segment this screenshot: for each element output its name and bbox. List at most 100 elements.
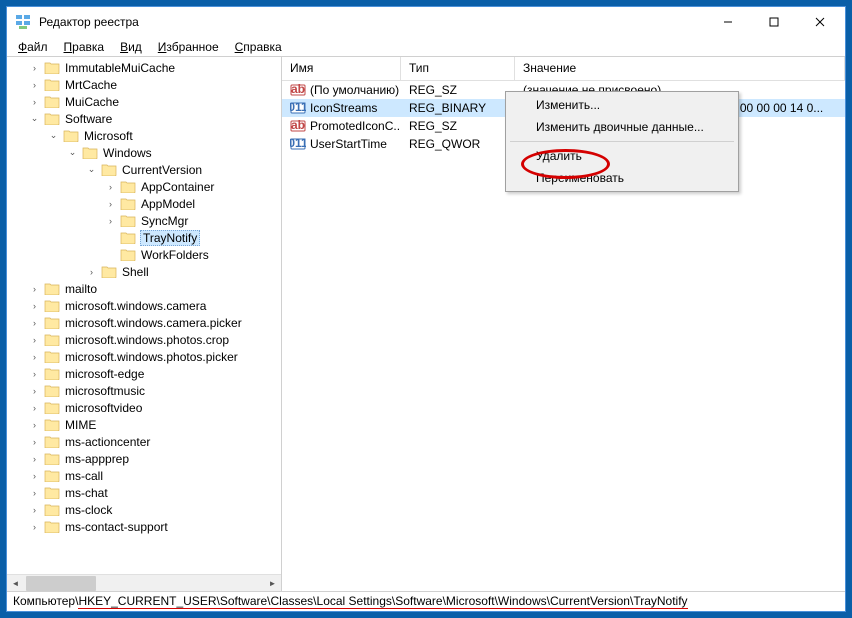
chevron-right-icon[interactable]: ›	[29, 453, 40, 464]
tree-node-label: ImmutableMuiCache	[64, 61, 176, 75]
chevron-right-icon[interactable]: ›	[29, 368, 40, 379]
chevron-right-icon[interactable]: ›	[105, 198, 116, 209]
tree-node[interactable]: ⌄Software	[11, 110, 281, 127]
tree-node[interactable]: ›microsoftmusic	[11, 382, 281, 399]
menu-edit[interactable]: Правка	[57, 38, 112, 56]
chevron-right-icon[interactable]: ›	[29, 402, 40, 413]
tree-node-label: AppContainer	[140, 180, 215, 194]
tree-node[interactable]: TrayNotify	[11, 229, 281, 246]
tree-node[interactable]: › microsoft-edge	[11, 365, 281, 382]
ctx-edit[interactable]: Изменить...	[508, 94, 736, 116]
minimize-button[interactable]	[705, 7, 751, 37]
tree-node[interactable]: › microsoftvideo	[11, 399, 281, 416]
tree-node-label: WorkFolders	[140, 248, 210, 262]
tree-node-label: microsoft.windows.photos.crop	[64, 333, 230, 347]
ctx-delete[interactable]: Удалить	[508, 145, 736, 167]
tree-node[interactable]: › mailto	[11, 280, 281, 297]
chevron-right-icon[interactable]: ›	[29, 283, 40, 294]
tree-node[interactable]: › microsoft.windows.camera.picker	[11, 314, 281, 331]
chevron-down-icon[interactable]: ⌄	[29, 113, 40, 124]
context-menu: Изменить... Изменить двоичные данные... …	[505, 91, 739, 192]
chevron-right-icon[interactable]: ›	[29, 96, 40, 107]
col-value[interactable]: Значение	[515, 57, 845, 80]
svg-text:ab: ab	[291, 118, 305, 132]
chevron-right-icon[interactable]: ›	[105, 181, 116, 192]
chevron-right-icon[interactable]: ›	[29, 487, 40, 498]
maximize-button[interactable]	[751, 7, 797, 37]
value-type: REG_QWOR	[401, 137, 515, 151]
chevron-right-icon[interactable]: ›	[29, 62, 40, 73]
chevron-down-icon[interactable]: ⌄	[67, 147, 78, 158]
chevron-right-icon[interactable]: ›	[105, 215, 116, 226]
chevron-right-icon[interactable]: ›	[29, 504, 40, 515]
chevron-right-icon[interactable]: ›	[29, 470, 40, 481]
tree-node[interactable]: › microsoft.windows.camera	[11, 297, 281, 314]
tree-node-label: ms-contact-support	[64, 520, 169, 534]
chevron-right-icon[interactable]: ›	[86, 266, 97, 277]
tree-hscrollbar[interactable]: ◄►	[7, 574, 281, 591]
tree-node-label: CurrentVersion	[121, 163, 203, 177]
tree-node[interactable]: › Shell	[11, 263, 281, 280]
tree-node[interactable]: ⌄Microsoft	[11, 127, 281, 144]
chevron-down-icon[interactable]: ⌄	[86, 164, 97, 175]
tree-node[interactable]: ›MuiCache	[11, 93, 281, 110]
tree-node-label: ms-appprep	[64, 452, 130, 466]
tree-node[interactable]: › ms-appprep	[11, 450, 281, 467]
titlebar[interactable]: Редактор реестра	[7, 7, 845, 37]
tree-node-label: microsoftvideo	[64, 401, 143, 415]
chevron-down-icon[interactable]: ⌄	[48, 130, 59, 141]
menubar: Файл Правка Вид Избранное Справка	[7, 37, 845, 57]
tree-node[interactable]: ⌄Windows	[11, 144, 281, 161]
tree-node[interactable]: ›SyncMgr	[11, 212, 281, 229]
tree-node[interactable]: ⌄ CurrentVersion	[11, 161, 281, 178]
tree-node[interactable]: › ms-clock	[11, 501, 281, 518]
chevron-right-icon[interactable]: ›	[29, 300, 40, 311]
tree-node-label: mailto	[64, 282, 98, 296]
tree-node[interactable]: › AppContainer	[11, 178, 281, 195]
list-header: Имя Тип Значение	[282, 57, 845, 81]
chevron-right-icon[interactable]: ›	[29, 419, 40, 430]
tree-node-label: ms-call	[64, 469, 104, 483]
col-type[interactable]: Тип	[401, 57, 515, 80]
value-type: REG_SZ	[401, 119, 515, 133]
tree-node[interactable]: ›AppModel	[11, 195, 281, 212]
tree-node-label: microsoft-edge	[64, 367, 145, 381]
tree-node[interactable]: ›microsoft.windows.photos.picker	[11, 348, 281, 365]
chevron-right-icon[interactable]: ›	[29, 351, 40, 362]
tree-node[interactable]: ›MrtCache	[11, 76, 281, 93]
tree-node[interactable]: WorkFolders	[11, 246, 281, 263]
status-prefix: Компьютер\	[13, 594, 78, 608]
tree-node-label: ms-chat	[64, 486, 109, 500]
tree-node-label: Shell	[121, 265, 150, 279]
value-name: UserStartTime	[310, 137, 387, 151]
tree-node-label: microsoft.windows.camera	[64, 299, 207, 313]
tree-node[interactable]: › ms-contact-support	[11, 518, 281, 535]
chevron-right-icon[interactable]: ›	[29, 79, 40, 90]
value-type: REG_SZ	[401, 83, 515, 97]
col-name[interactable]: Имя	[282, 57, 401, 80]
tree-node[interactable]: ›ms-actioncenter	[11, 433, 281, 450]
menu-view[interactable]: Вид	[113, 38, 149, 56]
tree-node-label: microsoft.windows.camera.picker	[64, 316, 243, 330]
menu-favorites[interactable]: Избранное	[151, 38, 226, 56]
tree-node[interactable]: › ImmutableMuiCache	[11, 59, 281, 76]
menu-file[interactable]: Файл	[11, 38, 55, 56]
tree-pane[interactable]: › ImmutableMuiCache›MrtCache›MuiCache⌄Sof…	[7, 57, 282, 591]
list-pane[interactable]: Имя Тип Значение ab(По умолчанию)REG_SZ(…	[282, 57, 845, 591]
chevron-right-icon[interactable]: ›	[29, 385, 40, 396]
tree-node[interactable]: ›MIME	[11, 416, 281, 433]
chevron-right-icon[interactable]: ›	[29, 334, 40, 345]
tree-node[interactable]: › microsoft.windows.photos.crop	[11, 331, 281, 348]
tree-node[interactable]: › ms-call	[11, 467, 281, 484]
svg-text:011: 011	[290, 100, 306, 114]
chevron-right-icon[interactable]: ›	[29, 317, 40, 328]
tree-node-label: TrayNotify	[140, 230, 200, 246]
chevron-right-icon[interactable]: ›	[29, 436, 40, 447]
ctx-edit-binary[interactable]: Изменить двоичные данные...	[508, 116, 736, 138]
chevron-right-icon[interactable]: ›	[29, 521, 40, 532]
tree-node[interactable]: › ms-chat	[11, 484, 281, 501]
menu-help[interactable]: Справка	[228, 38, 289, 56]
tree-node-label: ms-clock	[64, 503, 113, 517]
ctx-rename[interactable]: Переименовать	[508, 167, 736, 189]
close-button[interactable]	[797, 7, 843, 37]
